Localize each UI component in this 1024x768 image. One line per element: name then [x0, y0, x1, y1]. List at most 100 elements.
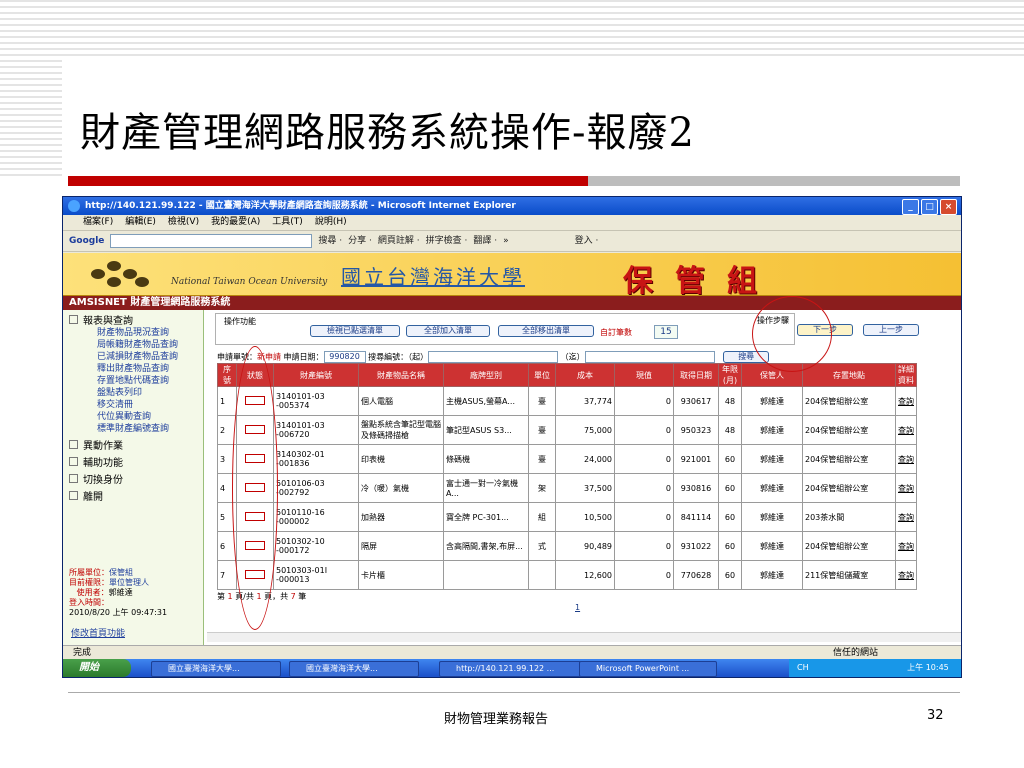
main-panel: 操作功能 檢視已點選清單 全部加入清單 全部移出清單 自訂筆數 15 操作步驟 …: [207, 313, 961, 643]
cell-seq: 1: [217, 386, 237, 416]
cell-life: 48: [718, 386, 742, 416]
col-seq: 序號: [217, 363, 237, 387]
toolbar-notes[interactable]: 網頁註解 ·: [378, 231, 420, 251]
menu-favorites[interactable]: 我的最愛(A): [211, 215, 260, 230]
sidebar-group-changes[interactable]: 異動作業: [63, 435, 203, 452]
sidebar-link[interactable]: 標準財產編號查詢: [63, 423, 203, 435]
col-unit: 單位: [528, 363, 556, 387]
sidebar-group-switch[interactable]: 切換身份: [63, 469, 203, 486]
sidebar-link[interactable]: 移交清冊: [63, 399, 203, 411]
cell-name: 隔屏: [358, 531, 444, 561]
range-end-input[interactable]: [584, 351, 715, 363]
menu-tools[interactable]: 工具(T): [272, 215, 303, 230]
language-indicator[interactable]: CH: [797, 663, 809, 672]
asset-table: 序號 狀態 財產編號 財產物品名稱 廠牌型別 單位 成本 現值 取得日期 年限(…: [217, 363, 917, 590]
cell-value: 0: [614, 444, 674, 474]
cell-brand: 條碼機: [443, 444, 529, 474]
banner-university: 國立台灣海洋大學: [341, 265, 525, 289]
sidebar-link[interactable]: 財產物品現況查詢: [63, 327, 203, 339]
cell-unit: 組: [528, 502, 556, 532]
count-label: 自訂筆數: [600, 328, 632, 337]
sidebar: 報表與查詢 財產物品現況查詢 局帳籍財產物品查詢 已減損財產物品查詢 釋出財產物…: [63, 310, 204, 645]
add-all-button[interactable]: 全部加入清單: [406, 325, 490, 337]
maximize-button[interactable]: □: [921, 199, 938, 215]
cell-unit: 臺: [528, 444, 556, 474]
cell-cost: 10,500: [555, 502, 615, 532]
task-item[interactable]: 國立臺灣海洋大學...: [151, 661, 281, 677]
table-row: 3 3140302-01 -001836 印表機 條碼機臺 24,000 0 921001 6…: [217, 444, 917, 474]
sidebar-link[interactable]: 局帳籍財產物品查詢: [63, 339, 203, 351]
menu-file[interactable]: 檔案(F): [83, 215, 113, 230]
toolbar-more[interactable]: »: [503, 231, 509, 251]
toolbar-search[interactable]: 搜尋 ·: [318, 231, 342, 251]
cell-life: 60: [718, 502, 742, 532]
menu-edit[interactable]: 編輯(E): [125, 215, 156, 230]
close-button[interactable]: ×: [940, 199, 957, 215]
col-detail: 詳細資料: [895, 363, 917, 387]
col-place: 存置地點: [802, 363, 896, 387]
sidebar-link[interactable]: 盤點表列印: [63, 387, 203, 399]
range-start-input[interactable]: [428, 351, 559, 363]
task-item[interactable]: 國立臺灣海洋大學...: [289, 661, 419, 677]
title-underline: [68, 176, 960, 186]
toolbar-translate[interactable]: 翻譯 ·: [473, 231, 497, 251]
sidebar-group-aux[interactable]: 輔助功能: [63, 452, 203, 469]
cell-place: 204保管組辦公室: [802, 473, 896, 503]
cell-keeper: 郭維達: [741, 560, 803, 590]
window-titlebar: http://140.121.99.122 - 國立臺灣海洋大學財產網路查詢服務…: [63, 197, 961, 215]
page-link[interactable]: 1: [575, 603, 580, 612]
cell-name: 加熱器: [358, 502, 444, 532]
view-selected-button[interactable]: 檢視已點選清單: [310, 325, 400, 337]
count-input[interactable]: 15: [654, 325, 678, 339]
cell-brand: 主機ASUS,螢幕A...: [443, 386, 529, 416]
cell-life: 60: [718, 560, 742, 590]
detail-link[interactable]: 查詢: [895, 560, 917, 590]
sidebar-link[interactable]: 已減損財產物品查詢: [63, 351, 203, 363]
range-end-label: （迄）: [560, 352, 585, 362]
task-item[interactable]: Microsoft PowerPoint ...: [579, 661, 717, 677]
col-brand: 廠牌型別: [443, 363, 529, 387]
sidebar-link[interactable]: 代位異動查詢: [63, 411, 203, 423]
sidebar-group-reports[interactable]: 報表與查詢: [63, 310, 203, 327]
toolbar-spellcheck[interactable]: 拼字檢查 ·: [426, 231, 468, 251]
application-date-input[interactable]: 990820: [323, 351, 366, 363]
cell-life: 60: [718, 444, 742, 474]
task-item[interactable]: http://140.121.99.122 ...: [439, 661, 581, 677]
detail-link[interactable]: 查詢: [895, 531, 917, 561]
cell-cost: 90,489: [555, 531, 615, 561]
cell-code: 5010110-16 -000002: [273, 502, 359, 532]
cell-cost: 75,000: [555, 415, 615, 445]
slide-title: 財產管理網路服務系統操作-報廢2: [80, 110, 695, 156]
browser-window: http://140.121.99.122 - 國立臺灣海洋大學財產網路查詢服務…: [62, 196, 962, 678]
cell-value: 0: [614, 415, 674, 445]
change-home-link[interactable]: 修改首頁功能: [71, 626, 125, 639]
toolbar-signin[interactable]: 登入 ·: [575, 231, 599, 251]
cell-keeper: 郭維達: [741, 473, 803, 503]
menu-view[interactable]: 檢視(V): [168, 215, 199, 230]
taskbar: 開始 國立臺灣海洋大學... 國立臺灣海洋大學... http://140.12…: [63, 659, 961, 677]
menu-help[interactable]: 說明(H): [315, 215, 347, 230]
detail-link[interactable]: 查詢: [895, 444, 917, 474]
footer-text: 財物管理業務報告: [444, 712, 549, 727]
google-toolbar: Google 搜尋 · 分享 · 網頁註解 · 拼字檢查 · 翻譯 · » 登入…: [63, 231, 961, 252]
start-button[interactable]: 開始: [63, 659, 131, 677]
prev-step-button[interactable]: 上一步: [863, 324, 919, 336]
toolbar-share[interactable]: 分享 ·: [348, 231, 372, 251]
minimize-button[interactable]: _: [902, 199, 919, 215]
sidebar-group-exit[interactable]: 離開: [63, 486, 203, 503]
sidebar-link[interactable]: 存置地點代碼查詢: [63, 375, 203, 387]
detail-link[interactable]: 查詢: [895, 386, 917, 416]
horizontal-scrollbar[interactable]: [207, 632, 961, 642]
sidebar-link[interactable]: 釋出財產物品查詢: [63, 363, 203, 375]
remove-all-button[interactable]: 全部移出清單: [498, 325, 594, 337]
cell-code: 5010106-03 -002792: [273, 473, 359, 503]
slide-background-stripes: [0, 0, 1024, 60]
cell-unit: 臺: [528, 415, 556, 445]
detail-link[interactable]: 查詢: [895, 473, 917, 503]
cell-name: 個人電腦: [358, 386, 444, 416]
cell-brand: 寶全牌 PC-301...: [443, 502, 529, 532]
table-row: 5 5010110-16 -000002 加熱器 寶全牌 PC-301... 組 10,5…: [217, 502, 917, 532]
detail-link[interactable]: 查詢: [895, 502, 917, 532]
google-search-input[interactable]: [110, 234, 313, 248]
detail-link[interactable]: 查詢: [895, 415, 917, 445]
